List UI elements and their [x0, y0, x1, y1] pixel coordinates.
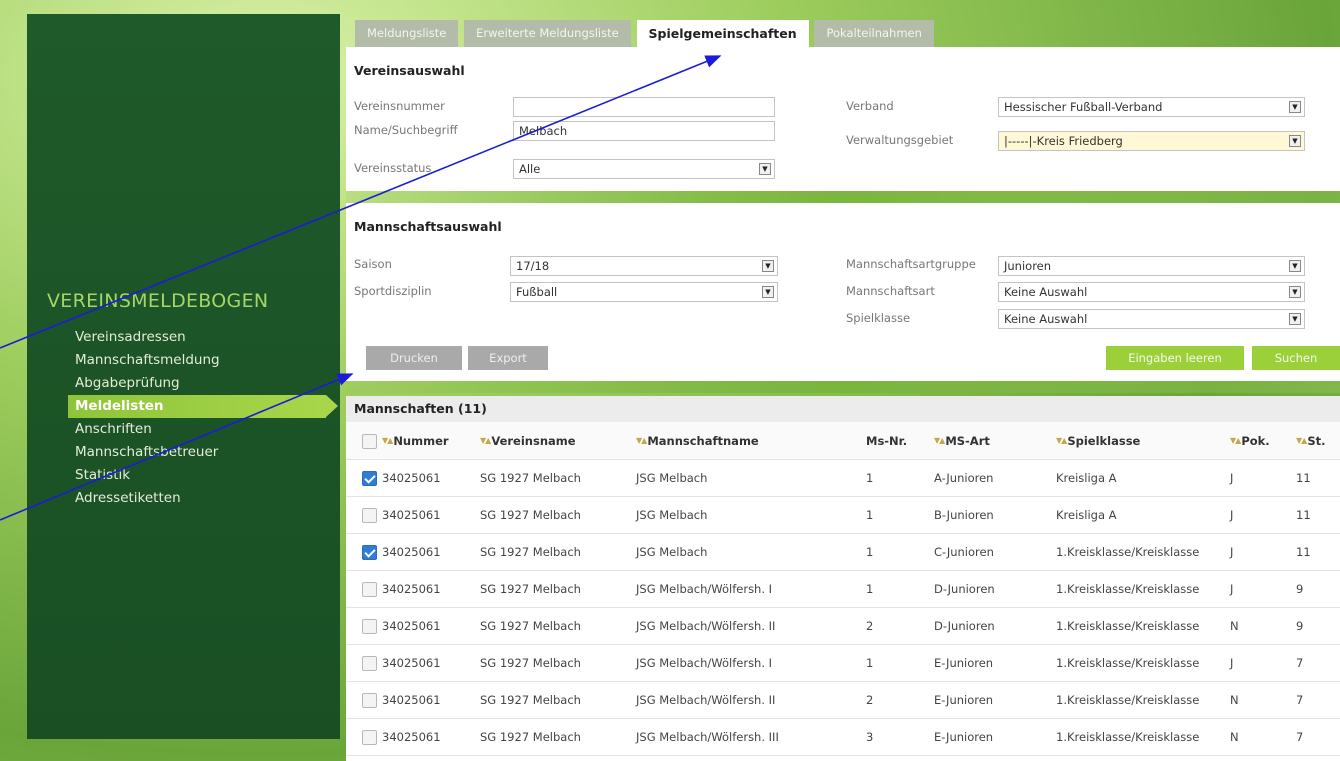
arrow-to-spielgemeinschaften-tab — [0, 55, 722, 349]
arrow-to-drucken-button — [0, 373, 354, 521]
annotation-arrows — [0, 55, 722, 521]
